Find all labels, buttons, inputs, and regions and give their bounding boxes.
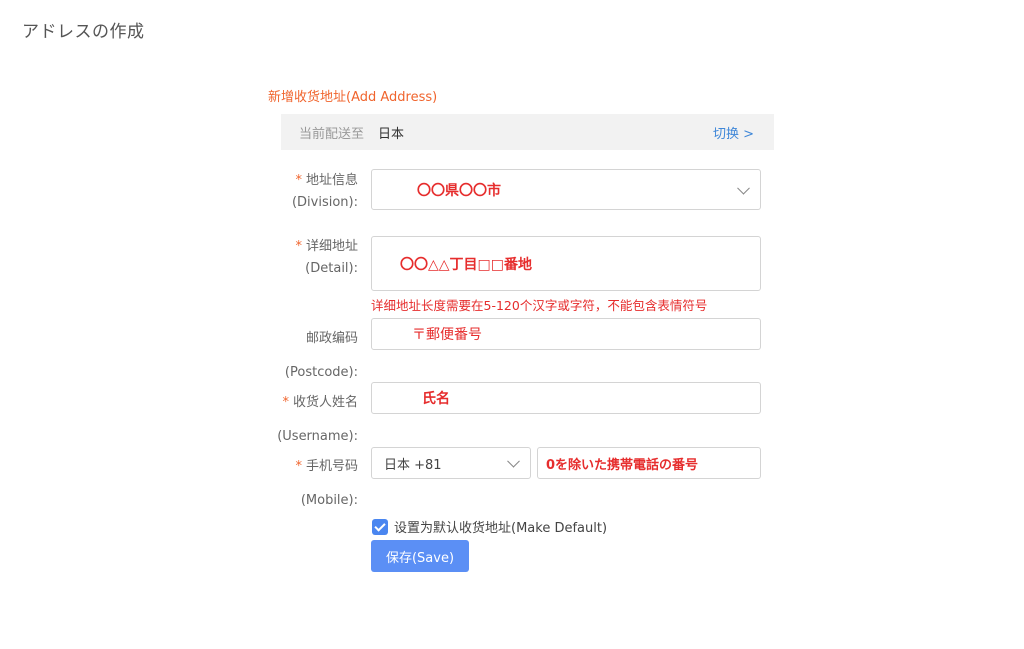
required-mark: * (295, 239, 302, 254)
postcode-input[interactable]: 〒郵便番号 (371, 318, 761, 350)
mobile-label: * 手机号码 (Mobile): (272, 450, 358, 518)
detail-value: 〇〇△△丁目□□番地 (400, 256, 532, 273)
division-label: * 地址信息 (Division): (272, 170, 358, 214)
mobile-input[interactable]: 0を除いた携帯電話の番号 (537, 447, 761, 479)
detail-label: * 详细地址 (Detail): (272, 236, 358, 280)
postcode-label-en: (Postcode): (284, 365, 358, 380)
make-default-row[interactable]: 设置为默认收货地址(Make Default) (372, 517, 607, 536)
division-value: 〇〇県〇〇市 (417, 182, 501, 199)
make-default-checkbox[interactable] (372, 518, 388, 535)
country-code-value: 日本 +81 (384, 457, 442, 473)
make-default-label: 设置为默认收货地址(Make Default) (394, 521, 608, 536)
mobile-label-cn: 手机号码 (305, 459, 358, 474)
save-button[interactable]: 保存(Save) (371, 540, 469, 572)
detail-label-cn: 详细地址 (305, 239, 358, 254)
username-label: * 收货人姓名 (Username): (272, 386, 358, 454)
required-mark: * (295, 459, 302, 474)
postcode-label-cn: 邮政编码 (305, 331, 358, 346)
detail-textarea[interactable]: 〇〇△△丁目□□番地 (371, 236, 761, 291)
username-value: 氏名 (422, 391, 450, 407)
switch-country-link[interactable]: 切换 > (713, 123, 754, 142)
division-label-cn: 地址信息 (305, 173, 358, 188)
page-title: アドレスの作成 (22, 22, 145, 42)
country-code-select[interactable]: 日本 +81 (371, 447, 531, 479)
postcode-label: 邮政编码 (Postcode): (272, 322, 358, 390)
detail-error-message: 详细地址长度需要在5-120个汉字或字符，不能包含表情符号 (371, 298, 708, 313)
form-title: 新增收货地址(Add Address) (268, 90, 438, 105)
ship-to-bar: 当前配送至 日本 切换 > (281, 114, 774, 150)
ship-to-value: 日本 (378, 126, 405, 142)
chevron-down-icon (507, 454, 520, 468)
detail-label-en: (Detail): (305, 261, 358, 276)
required-mark: * (295, 173, 302, 188)
postcode-value: 〒郵便番号 (412, 327, 482, 343)
username-label-cn: 收货人姓名 (292, 395, 358, 410)
username-label-en: (Username): (277, 429, 358, 444)
division-select[interactable]: 〇〇県〇〇市 (371, 169, 761, 210)
required-mark: * (282, 395, 289, 410)
mobile-label-en: (Mobile): (300, 493, 358, 508)
username-input[interactable]: 氏名 (371, 382, 761, 414)
ship-to-label: 当前配送至 (299, 126, 365, 142)
mobile-value: 0を除いた携帯電話の番号 (546, 457, 699, 473)
division-label-en: (Division): (291, 195, 358, 210)
chevron-down-icon (737, 181, 750, 195)
